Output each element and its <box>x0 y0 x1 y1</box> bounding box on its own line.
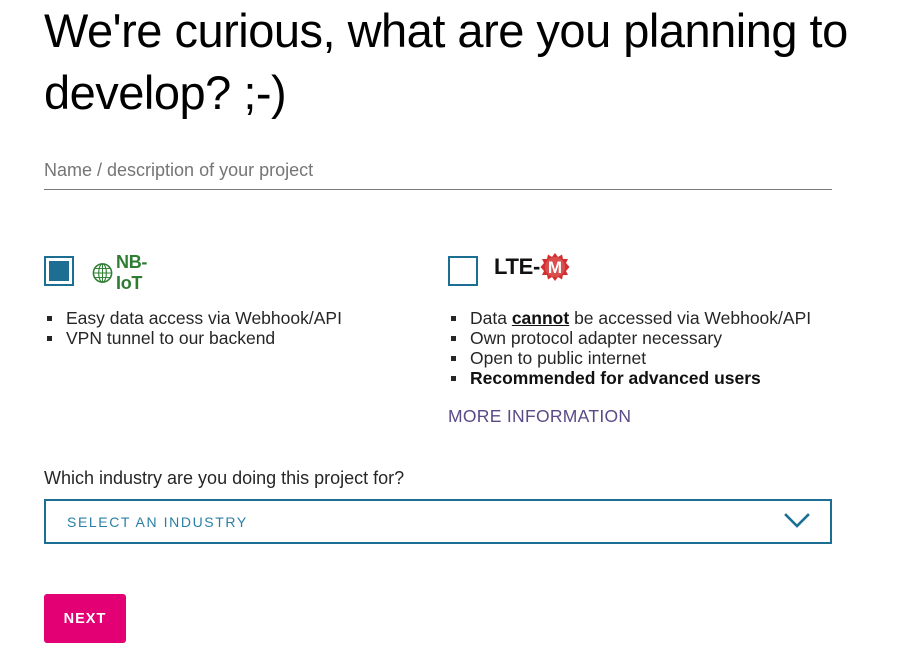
list-item: Own protocol adapter necessary <box>448 328 811 348</box>
ltem-badge-letter: M <box>548 258 562 277</box>
nbiot-logo: NB-IoT <box>92 252 156 294</box>
feature-text: Data <box>470 308 512 328</box>
chevron-down-icon <box>784 513 810 528</box>
more-information-link[interactable]: MORE INFORMATION <box>448 406 631 427</box>
ltem-logo-text: LTE- <box>494 254 541 279</box>
nbiot-checkbox[interactable] <box>44 256 74 286</box>
checkbox-check-fill <box>49 261 69 281</box>
ltem-feature-list: Data cannot be accessed via Webhook/API … <box>448 308 811 388</box>
list-item: VPN tunnel to our backend <box>44 328 342 348</box>
nbiot-feature-list: Easy data access via Webhook/API VPN tun… <box>44 308 342 348</box>
list-item: Data cannot be accessed via Webhook/API <box>448 308 811 328</box>
industry-select[interactable]: SELECT AN INDUSTRY <box>44 499 832 544</box>
nbiot-globe-icon <box>92 263 113 283</box>
industry-label: Which industry are you doing this projec… <box>44 468 405 488</box>
list-item: Recommended for advanced users <box>448 368 811 388</box>
feature-emphasis: cannot <box>511 308 570 328</box>
nbiot-logo-text: NB-IoT <box>116 252 148 293</box>
feature-text: be accessed via Webhook/API <box>569 308 812 328</box>
project-name-input[interactable] <box>44 152 832 190</box>
list-item: Open to public internet <box>448 348 811 368</box>
list-item: Easy data access via Webhook/API <box>44 308 342 328</box>
ltem-checkbox[interactable] <box>448 256 478 286</box>
industry-select-value: SELECT AN INDUSTRY <box>67 513 248 530</box>
ltem-badge-icon: M <box>540 253 570 281</box>
project-form-page: We're curious, what are you planning to … <box>0 0 905 656</box>
page-title: We're curious, what are you planning to … <box>44 4 848 119</box>
ltem-logo: LTE- M <box>494 252 570 282</box>
next-button[interactable]: NEXT <box>44 594 126 643</box>
